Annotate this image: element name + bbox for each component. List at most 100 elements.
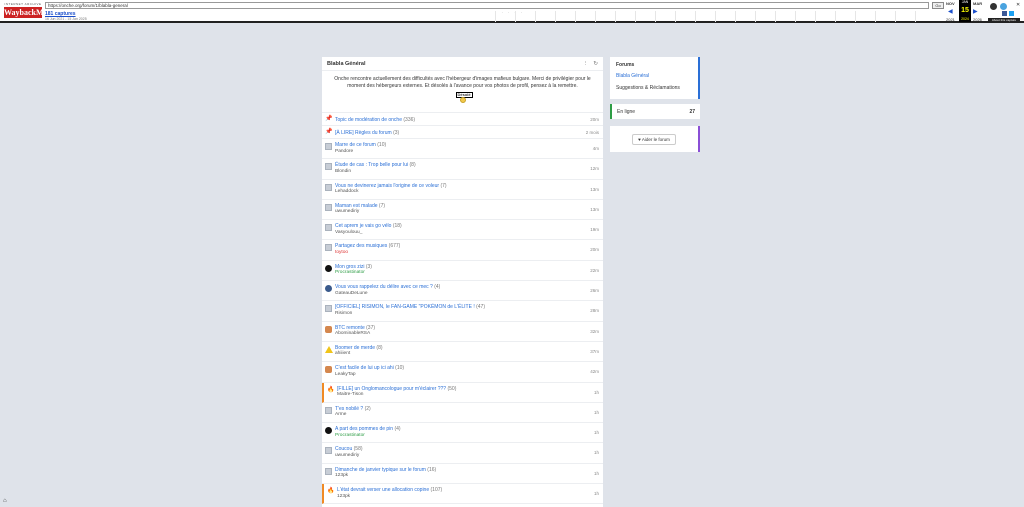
wayback-next-year[interactable]: 2026 xyxy=(973,17,982,22)
wayback-next-arrow-icon[interactable]: ▶ xyxy=(973,8,978,15)
avatar xyxy=(325,244,332,252)
avatar xyxy=(325,183,332,191)
wayback-capture-range: 16 Jun 2021 - 15 Jan 2025 xyxy=(45,17,87,21)
topic-time: 1h xyxy=(593,389,599,395)
topic-row[interactable]: Vous vous rappelez du délire avec ce mec… xyxy=(322,281,603,302)
wayback-url-input[interactable]: https://onche.org/forum/1/blabla-general xyxy=(45,2,929,9)
topic-row[interactable]: C'est facile de lui up ici ahi (10) Leaky… xyxy=(322,362,603,383)
wayback-sparkline[interactable] xyxy=(495,11,935,22)
topic-row[interactable]: 🔥 [FILLE] un Onglomancologue pour m'éclai… xyxy=(322,382,603,403)
topic-row[interactable]: Cet aprem je vais go vélo (18) Vasyoulouu… xyxy=(322,220,603,241)
help-icon[interactable] xyxy=(1000,3,1007,10)
topic-time: 13m xyxy=(590,206,599,212)
topic-reply-count: (10) xyxy=(377,142,387,148)
topic-author[interactable]: Lehaddock xyxy=(335,189,603,196)
topic-time: 1h xyxy=(593,470,599,476)
avatar xyxy=(325,143,332,150)
wayback-about-button[interactable]: About this capture xyxy=(988,18,1020,22)
heart-icon: ♥ xyxy=(638,136,641,142)
topic-author[interactable]: LeakyTap xyxy=(335,372,603,379)
wayback-next-month[interactable]: MAR xyxy=(973,1,982,6)
topic-author[interactable]: Maitre-Tison xyxy=(337,392,603,399)
topic-row[interactable]: Maman est malade (7) uwumediriy 13m xyxy=(322,200,603,221)
topic-author[interactable]: Procrastinator xyxy=(335,433,603,440)
topic-row[interactable]: 📌 Topic de modération de onche (336) 20m xyxy=(322,113,603,126)
wayback-prev-year[interactable]: 2021 xyxy=(946,17,955,22)
online-count: 27 xyxy=(689,108,695,115)
wayback-go-button[interactable]: Go xyxy=(932,2,944,9)
topic-row[interactable]: Partagez des musiques (677) toytoo 20m xyxy=(322,240,603,261)
topic-row[interactable]: Coucou (58) uwumediriy 1h xyxy=(322,443,603,464)
sorry-sticker: Désolé xyxy=(455,92,473,103)
topic-row[interactable]: [OFFICIEL] RISIMON, le FAN-GAME "POKÉMON… xyxy=(322,301,603,322)
topic-author[interactable]: toytoo xyxy=(335,250,603,257)
topic-row[interactable]: 📌 [À LIRE] Règles du forum (3) 2 mois xyxy=(322,126,603,139)
topic-reply-count: (4) xyxy=(434,284,441,291)
fire-icon: 🔥 xyxy=(327,488,335,495)
avatar xyxy=(325,224,332,232)
topic-row[interactable]: Boomer de merde (8) ahiiient 37m xyxy=(322,342,603,363)
topic-row[interactable]: Dimanche de janvier typique sur le forum… xyxy=(322,464,603,485)
topic-author[interactable]: AbominableRSA xyxy=(335,331,603,338)
topic-time: 1h xyxy=(593,409,599,415)
topic-time: 2 mois xyxy=(585,130,599,135)
topic-reply-count: (10) xyxy=(395,365,405,372)
topic-reply-count: (3) xyxy=(393,129,400,136)
topic-reply-count: (8) xyxy=(376,344,383,351)
topic-author[interactable]: Blondin xyxy=(335,169,603,176)
more-vertical-icon[interactable]: ⋮ xyxy=(583,61,589,67)
topic-author[interactable]: Procrastinator xyxy=(335,270,603,277)
topic-author[interactable]: ahiiient xyxy=(335,351,603,358)
sidebar-link-suggestions[interactable]: Suggestions & Réclamations xyxy=(616,85,692,91)
topic-row[interactable]: Mon gros zizi (3) Procrastinator 22m xyxy=(322,261,603,282)
topic-row[interactable]: Étude de cas : Trop belle pour lui (8) Bl… xyxy=(322,159,603,180)
topic-title[interactable]: [À LIRE] Règles du forum (3) xyxy=(335,130,603,137)
topic-author[interactable]: GateauDeLune xyxy=(335,291,603,298)
topic-time: 28m xyxy=(590,308,599,314)
topic-row[interactable]: Vous ne devinerez jamais l'origine de ce… xyxy=(322,180,603,200)
user-icon[interactable] xyxy=(990,3,997,10)
topic-reply-count: (2) xyxy=(364,405,371,412)
topic-author[interactable]: Vasyoulouu_ xyxy=(335,230,603,237)
topic-title-text: [FILLE] un Onglomancologue pour m'éclair… xyxy=(337,385,447,392)
topic-row[interactable]: Marre de ce forum (10) Pandore 4m xyxy=(322,139,603,160)
topic-title[interactable]: Topic de modération de onche (336) xyxy=(335,117,603,124)
sidebar-link-blabla[interactable]: Blabla Général xyxy=(616,73,692,79)
facebook-icon[interactable] xyxy=(1002,11,1007,16)
topic-list: 📌 Topic de modération de onche (336) 20m 📌[… xyxy=(322,113,603,505)
avatar xyxy=(325,406,332,414)
topic-author[interactable]: 123pk xyxy=(335,473,603,480)
topic-reply-count: (7) xyxy=(378,202,386,209)
wayback-prev-arrow-icon[interactable]: ◀ xyxy=(948,8,953,15)
topic-author[interactable]: Pandore xyxy=(335,149,603,156)
topic-time: 1h xyxy=(593,450,599,456)
topic-title-text: [OFFICIEL] RISIMON, le FAN-GAME "POKÉMON… xyxy=(335,304,475,311)
pin-icon: 📌 xyxy=(325,129,333,135)
sidebar-help: ♥ Aider le forum xyxy=(610,126,700,152)
topic-row[interactable]: BTC remonte (37) AbominableRSA 32m xyxy=(322,322,603,342)
topic-row[interactable]: 🔥 L'état devrait verser une allocation co… xyxy=(322,484,603,505)
avatar xyxy=(325,264,332,272)
topic-row[interactable]: T'es nobilé ? (2) Arme 1h xyxy=(322,403,603,424)
topic-time: 1h xyxy=(593,430,599,436)
wayback-prev-month[interactable]: NOV xyxy=(946,1,955,6)
refresh-icon[interactable]: ↻ xyxy=(593,61,598,67)
help-forum-button[interactable]: ♥ Aider le forum xyxy=(632,133,676,145)
avatar xyxy=(325,203,332,211)
wayback-logo[interactable]: INTERNET ARCHIVE WaybackMachine xyxy=(4,2,66,20)
topic-row[interactable]: A part des pommes de pin (4) Procrastinat… xyxy=(322,423,603,444)
wayback-current-year: 2024 xyxy=(959,17,971,22)
topic-reply-count: (37) xyxy=(366,324,376,331)
topic-time: 4m xyxy=(592,146,599,151)
topic-author[interactable]: Arme xyxy=(335,412,603,419)
twitter-icon[interactable] xyxy=(1009,11,1014,16)
archive-corner-icon[interactable]: ⌂ xyxy=(3,498,7,504)
topic-author[interactable]: uwumediriy xyxy=(335,209,603,216)
topic-author[interactable]: 123pk xyxy=(337,494,603,501)
wayback-share xyxy=(1002,11,1014,16)
topic-reply-count: (4) xyxy=(394,426,401,433)
close-icon[interactable]: ✕ xyxy=(1016,2,1020,8)
topic-author[interactable]: uwumediriy xyxy=(335,453,603,460)
topic-author[interactable]: Risimon xyxy=(335,311,603,318)
sidebar-forums-title: Forums xyxy=(616,62,635,68)
